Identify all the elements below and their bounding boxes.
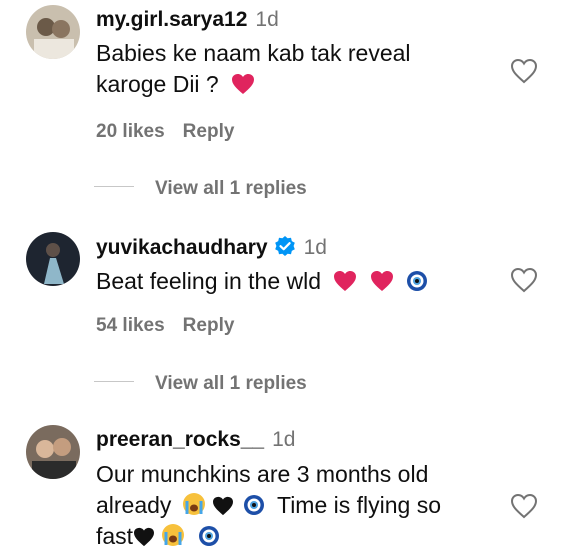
comment-text-line: Time is flying so	[277, 492, 442, 518]
comment-text: Beat feeling in the wld	[96, 266, 496, 297]
avatar[interactable]	[26, 5, 80, 59]
view-replies-button[interactable]: View all 1 replies	[155, 178, 307, 200]
comment-meta: 20 likes Reply	[96, 121, 234, 143]
like-heart-icon[interactable]	[510, 267, 538, 293]
nazar-amulet-emoji	[407, 271, 428, 291]
comment-text: Babies ke naam kab tak reveal karoge Dii…	[96, 38, 496, 100]
likes-count[interactable]: 54 likes	[96, 315, 165, 336]
comment-username[interactable]: yuvikachaudhary 1d	[96, 235, 327, 260]
red-heart-emoji	[334, 271, 357, 291]
nazar-amulet-emoji	[198, 526, 219, 546]
comment-text-line: Babies ke naam kab tak reveal	[96, 40, 411, 66]
comment-time: 1d	[255, 8, 279, 31]
reply-button[interactable]: Reply	[183, 121, 235, 142]
view-replies-button[interactable]: View all 1 replies	[155, 373, 307, 395]
avatar[interactable]	[26, 425, 80, 479]
comment-time: 1d	[303, 236, 327, 259]
replies-divider	[94, 381, 134, 382]
comment-text-line: fast	[96, 523, 134, 549]
replies-divider	[94, 186, 134, 187]
crying-face-emoji	[182, 493, 205, 515]
comment-time: 1d	[272, 428, 296, 451]
black-heart-emoji	[134, 527, 155, 547]
nazar-amulet-emoji	[243, 495, 264, 515]
comment-meta: 54 likes Reply	[96, 315, 234, 337]
red-heart-emoji	[232, 74, 255, 94]
like-heart-icon[interactable]	[510, 493, 538, 519]
red-heart-emoji	[370, 271, 393, 291]
comment-text-line: Our munchkins are 3 months old	[96, 461, 429, 487]
comment-username[interactable]: my.girl.sarya12 1d	[96, 8, 279, 32]
crying-face-emoji	[162, 524, 185, 546]
comment-text-line: already	[96, 492, 172, 518]
comment-text: Our munchkins are 3 months old already T…	[96, 459, 496, 552]
likes-count[interactable]: 20 likes	[96, 121, 165, 142]
comment-username[interactable]: preeran_rocks__ 1d	[96, 428, 295, 452]
like-heart-icon[interactable]	[510, 58, 538, 84]
black-heart-emoji	[213, 496, 234, 516]
comment-text-line: Beat feeling in the wld	[96, 268, 322, 294]
verified-badge-icon	[274, 236, 295, 256]
avatar[interactable]	[26, 232, 80, 286]
reply-button[interactable]: Reply	[183, 315, 235, 336]
comment-text-line: karoge Dii ?	[96, 71, 219, 97]
